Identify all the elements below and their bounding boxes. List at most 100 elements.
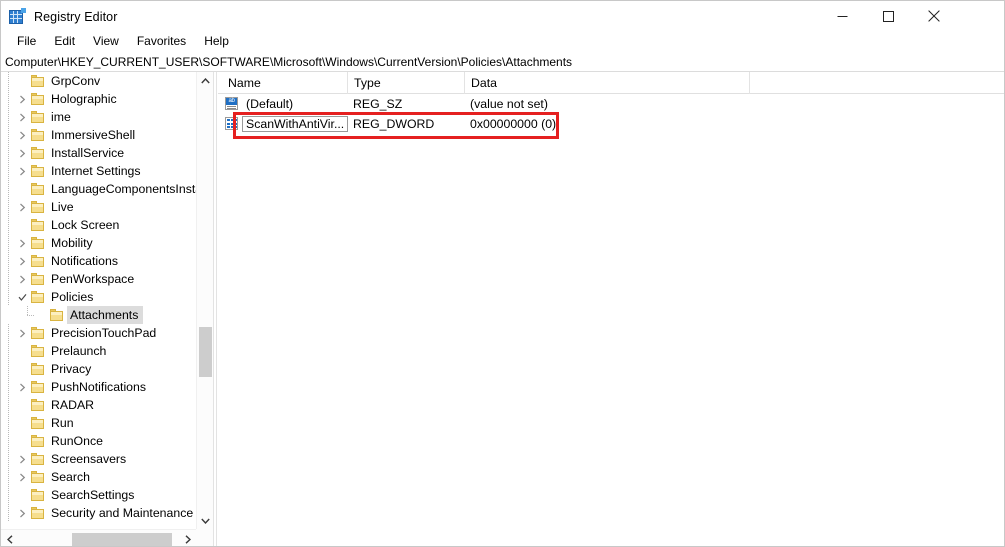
tree-item-screensavers[interactable]: Screensavers [1,450,196,468]
tree-item-internet-settings[interactable]: Internet Settings [1,162,196,180]
tree-guide-line [8,216,9,234]
folder-icon [30,344,46,358]
table-row[interactable]: ScanWithAntiVir... REG_DWORD 0x00000000 (0… [218,114,1004,134]
folder-icon [30,128,46,142]
tree-expand-arrow-icon[interactable] [14,324,30,342]
tree-expand-arrow-icon[interactable] [14,90,30,108]
tree-item-lock-screen[interactable]: Lock Screen [1,216,196,234]
registry-values-list[interactable]: ab (Default) REG_SZ (value not set) ScanWith… [218,94,1004,134]
tree-item-immersiveshell[interactable]: ImmersiveShell [1,126,196,144]
tree-item-precisiontouchpad[interactable]: PrecisionTouchPad [1,324,196,342]
tree-expand-arrow-icon[interactable] [14,468,30,486]
tree-expand-arrow-icon[interactable] [14,234,30,252]
menu-item-view[interactable]: View [84,33,128,51]
folder-icon [30,362,46,376]
cell-data: 0x00000000 (0) [470,117,557,131]
tree-item-policies[interactable]: Policies [1,288,196,306]
cell-type: REG_SZ [353,97,403,111]
tree-expander-placeholder [14,396,30,414]
tree-item-holographic[interactable]: Holographic [1,90,196,108]
folder-icon [30,416,46,430]
tree-guide-line [8,360,9,378]
table-row[interactable]: ab (Default) REG_SZ (value not set) [218,94,1004,114]
scroll-right-button[interactable] [179,530,196,546]
column-header-type[interactable]: Type [347,72,464,94]
tree-expand-arrow-icon[interactable] [14,504,30,522]
tree-guide-line [8,180,9,198]
maximize-button[interactable] [865,1,911,31]
scroll-left-button[interactable] [1,530,18,546]
tree-item-label: Privacy [51,362,92,376]
scroll-up-button[interactable] [197,72,213,89]
address-bar[interactable]: Computer\HKEY_CURRENT_USER\SOFTWARE\Micr… [1,52,1004,72]
folder-icon [30,326,46,340]
tree-item-runonce[interactable]: RunOnce [1,432,196,450]
tree-item-label: ime [51,110,71,124]
tree-item-label: Search [51,470,90,484]
registry-tree[interactable]: GrpConv Holographic ime ImmersiveShell Insta… [1,72,196,529]
tree-item-live[interactable]: Live [1,198,196,216]
tree-item-ime[interactable]: ime [1,108,196,126]
tree-item-searchsettings[interactable]: SearchSettings [1,486,196,504]
tree-expand-arrow-icon[interactable] [14,252,30,270]
tree-item-penworkspace[interactable]: PenWorkspace [1,270,196,288]
tree-item-label: PushNotifications [51,380,147,394]
tree-collapse-arrow-icon[interactable] [14,288,30,306]
minimize-button[interactable] [819,1,865,31]
tree-item-label: RADAR [51,398,95,412]
tree-item-label: Screensavers [51,452,127,466]
tree-item-radar[interactable]: RADAR [1,396,196,414]
tree-item-mobility[interactable]: Mobility [1,234,196,252]
tree-item-installservice[interactable]: InstallService [1,144,196,162]
folder-icon [30,398,46,412]
tree-item-label: Run [51,416,74,430]
tree-expand-arrow-icon[interactable] [14,144,30,162]
tree-expander-placeholder [14,414,30,432]
tree-guide-line [8,414,9,432]
tree-expand-arrow-icon[interactable] [14,378,30,396]
column-header-data[interactable]: Data [464,72,749,94]
tree-item-security-and-maintenance[interactable]: Security and Maintenance [1,504,196,522]
menu-item-favorites[interactable]: Favorites [128,33,195,51]
column-header-name[interactable]: Name [222,72,347,94]
tree-item-grpconv[interactable]: GrpConv [1,72,196,90]
tree-item-run[interactable]: Run [1,414,196,432]
tree-item-attachments[interactable]: Attachments [1,306,196,324]
tree-expander-placeholder [14,216,30,234]
folder-icon [30,218,46,232]
folder-icon [30,236,46,250]
tree-expand-arrow-icon[interactable] [14,108,30,126]
tree-vertical-scrollbar[interactable] [196,72,213,529]
tree-expand-arrow-icon[interactable] [14,126,30,144]
tree-item-notifications[interactable]: Notifications [1,252,196,270]
tree-expand-arrow-icon[interactable] [14,270,30,288]
tree-expand-arrow-icon[interactable] [14,198,30,216]
menu-item-file[interactable]: File [8,33,45,51]
tree-expand-arrow-icon[interactable] [14,450,30,468]
chevron-down-icon [201,518,210,524]
tree-horizontal-scroll-thumb[interactable] [72,533,172,546]
tree-guide-line [8,108,9,126]
tree-item-search[interactable]: Search [1,468,196,486]
menu-item-help[interactable]: Help [195,33,238,51]
tree-expand-arrow-icon[interactable] [14,162,30,180]
tree-item-label: Mobility [51,236,93,250]
tree-item-privacy[interactable]: Privacy [1,360,196,378]
tree-item-prelaunch[interactable]: Prelaunch [1,342,196,360]
tree-vertical-scroll-thumb[interactable] [199,327,212,377]
folder-icon [30,110,46,124]
tree-item-label: Internet Settings [51,164,141,178]
tree-expander-placeholder [14,360,30,378]
folder-icon [30,254,46,268]
close-button[interactable] [911,1,957,31]
pane-splitter[interactable] [213,72,217,546]
tree-item-pushnotifications[interactable]: PushNotifications [1,378,196,396]
registry-editor-window: Registry Editor File Edit View Favorites… [0,0,1005,547]
folder-icon [30,272,46,286]
tree-horizontal-scrollbar[interactable] [1,529,196,546]
scroll-down-button[interactable] [197,512,213,529]
menu-item-edit[interactable]: Edit [45,33,84,51]
value-name-edit-input[interactable]: ScanWithAntiVir... [242,116,349,132]
tree-guide-line [8,288,9,306]
tree-item-languagecomponentsinstaller[interactable]: LanguageComponentsInstaller [1,180,196,198]
